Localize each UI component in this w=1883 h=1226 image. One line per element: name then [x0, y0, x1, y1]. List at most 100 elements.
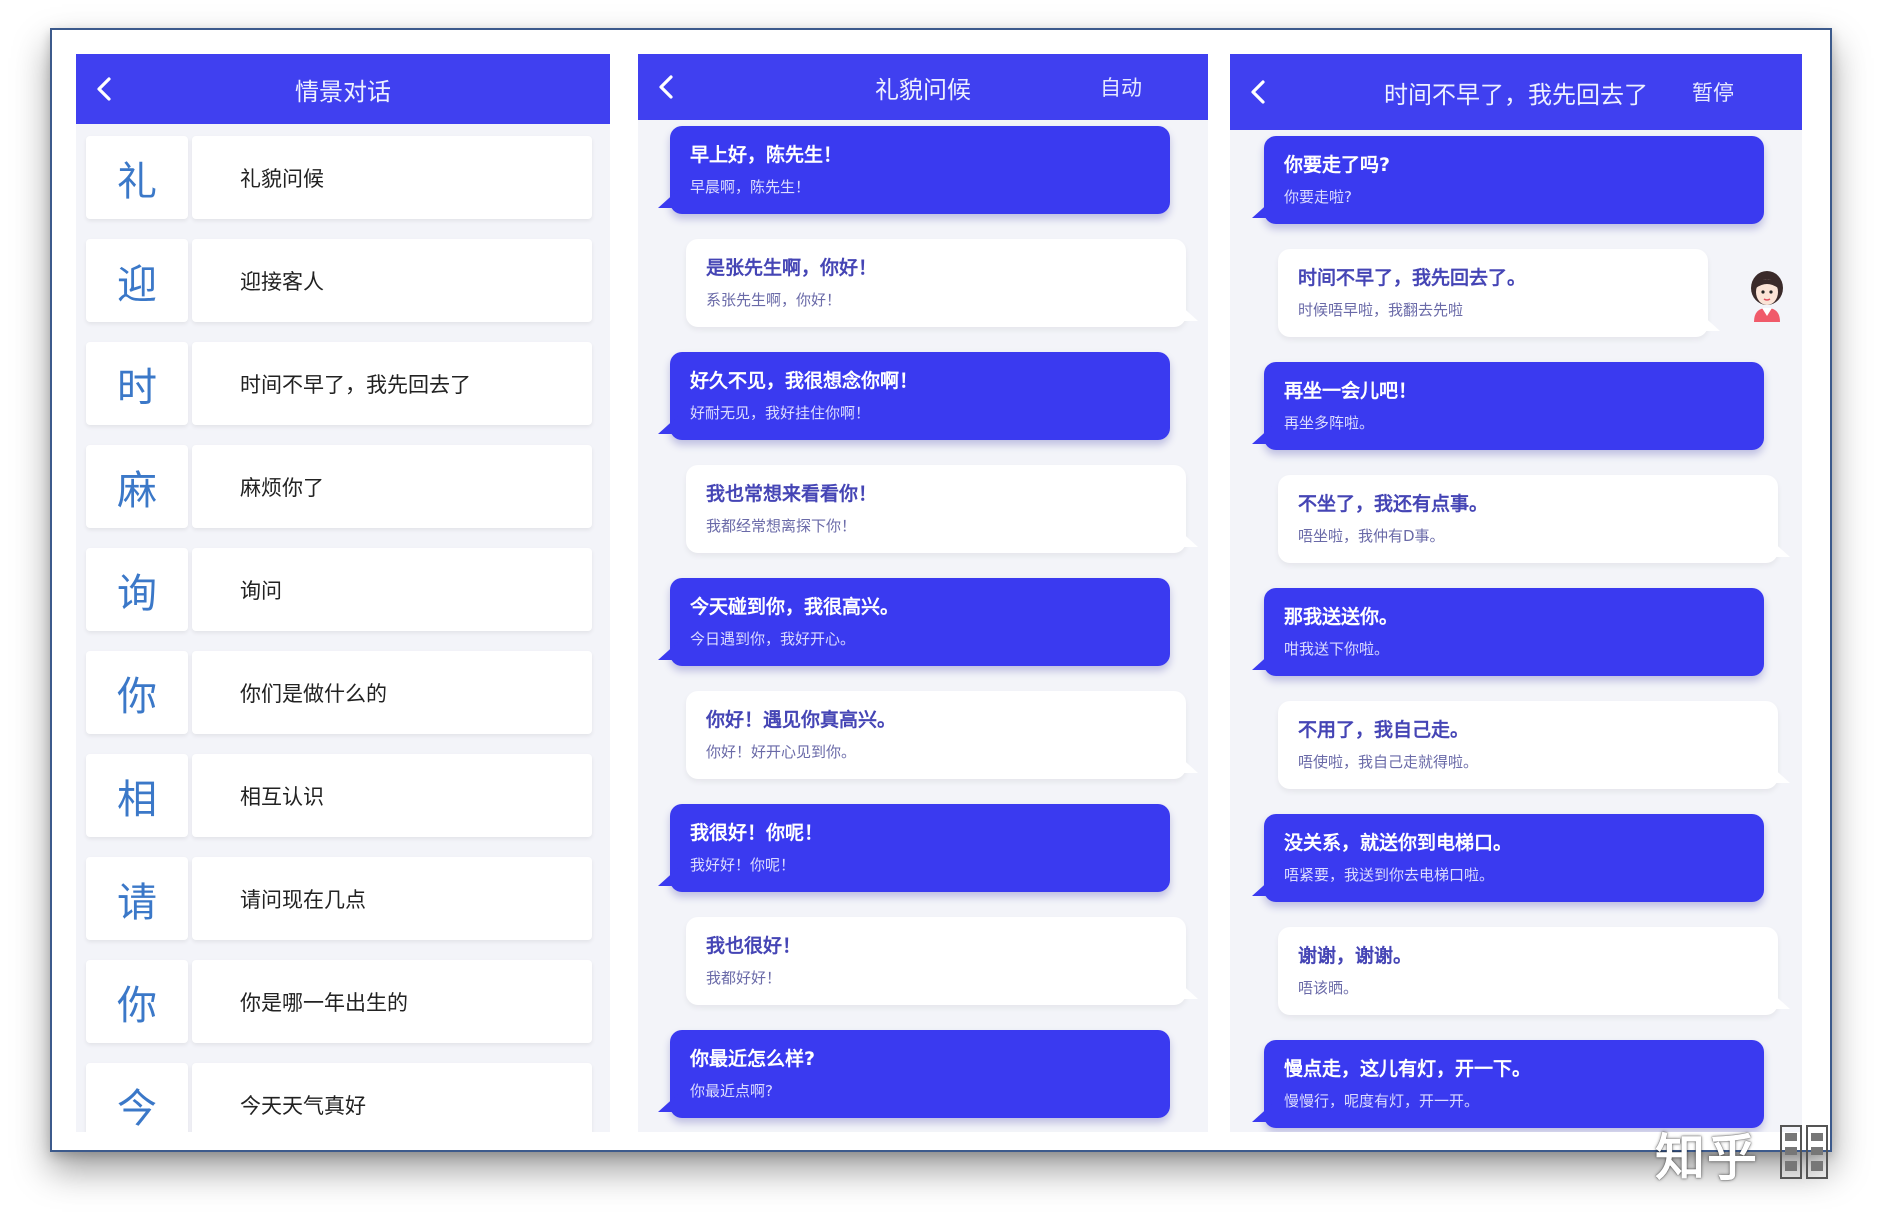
cantonese-text: 我都经常想离探下你！ — [706, 517, 857, 535]
list-item-label: 你们是做什么的 — [192, 651, 592, 734]
list-item[interactable]: 询 询问 — [86, 548, 592, 631]
mandarin-text: 我也常想来看看你！ — [706, 483, 878, 505]
list-item-label: 相互认识 — [192, 754, 592, 837]
list-item-char: 相 — [86, 754, 188, 837]
mandarin-text: 你好！遇见你真高兴。 — [706, 709, 897, 731]
cantonese-text: 慢慢行，呢度有灯，开一开。 — [1284, 1092, 1480, 1110]
chat-bubble[interactable]: 那我送送你。 咁我送下你啦。 — [1252, 588, 1764, 676]
chat-bubble[interactable]: 你最近怎么样? 你最近点啊? — [658, 1030, 1170, 1118]
header-bar: 时间不早了，我先回去了 暂停 — [1230, 54, 1802, 130]
cantonese-text: 唔使啦，我自己走就得啦。 — [1298, 753, 1479, 771]
cantonese-text: 唔紧要，我送到你去电梯口啦。 — [1284, 866, 1495, 884]
watermark-logo-icon — [1780, 1125, 1828, 1179]
cantonese-text: 唔坐啦，我仲有D事。 — [1298, 527, 1445, 545]
bubble-tail — [1252, 200, 1272, 218]
list-item[interactable]: 请 请问现在几点 — [86, 857, 592, 940]
mandarin-text: 不用了，我自己走。 — [1298, 719, 1470, 741]
cantonese-text: 你最近点啊? — [690, 1082, 773, 1100]
header-bar: 情景对话 — [76, 54, 610, 124]
mandarin-text: 谢谢，谢谢。 — [1298, 945, 1413, 967]
mandarin-text: 早上好，陈先生！ — [690, 144, 843, 166]
list-item-label: 麻烦你了 — [192, 445, 592, 528]
scenario-list-screen: 情景对话 礼 礼貌问候 迎 迎接客人 时 时间不早了，我先回去了 麻 麻烦你了 … — [76, 54, 610, 1132]
chat-bubble[interactable]: 不用了，我自己走。 唔使啦，我自己走就得啦。 — [1278, 701, 1790, 789]
chat-list: 早上好，陈先生！ 早晨啊，陈先生！ 是张先生啊，你好！ 系张先生啊，你好！ 好久… — [638, 122, 1208, 1132]
list-item-char: 迎 — [86, 239, 188, 322]
cantonese-text: 咁我送下你啦。 — [1284, 640, 1390, 658]
cantonese-text: 早晨啊，陈先生！ — [690, 178, 811, 196]
mandarin-text: 我很好！你呢！ — [690, 822, 824, 844]
mandarin-text: 再坐一会儿吧！ — [1284, 380, 1418, 402]
chat-bubble[interactable]: 我也常想来看看你！ 我都经常想离探下你！ — [686, 465, 1198, 553]
chat-list: 你要走了吗? 你要走啦? 时间不早了，我先回去了。 时候唔早啦，我翻去先啦 再坐… — [1230, 132, 1802, 1132]
chat-bubble[interactable]: 是张先生啊，你好！ 系张先生啊，你好！ — [686, 239, 1198, 327]
bubble-tail — [1252, 1104, 1272, 1122]
list-item-char: 你 — [86, 960, 188, 1043]
scenario-list: 礼 礼貌问候 迎 迎接客人 时 时间不早了，我先回去了 麻 麻烦你了 询 询问 … — [76, 128, 610, 1132]
bubble-tail — [1178, 981, 1198, 999]
list-item[interactable]: 时 时间不早了，我先回去了 — [86, 342, 592, 425]
chat-bubble[interactable]: 没关系，就送你到电梯口。 唔紧要，我送到你去电梯口啦。 — [1252, 814, 1764, 902]
bubble-tail — [1252, 878, 1272, 896]
mandarin-text: 你最近怎么样? — [690, 1048, 816, 1070]
chat-bubble[interactable]: 谢谢，谢谢。 唔该晒。 — [1278, 927, 1790, 1015]
list-item-char: 请 — [86, 857, 188, 940]
bubble-tail — [658, 868, 678, 886]
mandarin-text: 你要走了吗? — [1284, 154, 1391, 176]
list-item-char: 时 — [86, 342, 188, 425]
screenshot-collage: 情景对话 礼 礼貌问候 迎 迎接客人 时 时间不早了，我先回去了 麻 麻烦你了 … — [50, 28, 1832, 1152]
chat-bubble[interactable]: 我很好！你呢！ 我好好！你呢！ — [658, 804, 1170, 892]
list-item-label: 请问现在几点 — [192, 857, 592, 940]
chat-bubble[interactable]: 再坐一会儿吧！ 再坐多阵啦。 — [1252, 362, 1764, 450]
list-item-char: 今 — [86, 1063, 188, 1132]
chat-bubble[interactable]: 今天碰到你，我很高兴。 今日遇到你，我好开心。 — [658, 578, 1170, 666]
cantonese-text: 你要走啦? — [1284, 188, 1352, 206]
list-item-char: 你 — [86, 651, 188, 734]
chat-bubble[interactable]: 慢点走，这儿有灯，开一下。 慢慢行，呢度有灯，开一开。 — [1252, 1040, 1764, 1128]
list-item-label: 迎接客人 — [192, 239, 592, 322]
list-item[interactable]: 麻 麻烦你了 — [86, 445, 592, 528]
list-item[interactable]: 礼 礼貌问候 — [86, 136, 592, 219]
chat-bubble[interactable]: 好久不见，我很想念你啊！ 好耐无见，我好挂住你啊！ — [658, 352, 1170, 440]
cantonese-text: 我好好！你呢！ — [690, 856, 796, 874]
cantonese-text: 唔该晒。 — [1298, 979, 1359, 997]
list-item-char: 礼 — [86, 136, 188, 219]
speaker-avatar-icon — [1751, 271, 1783, 322]
bubble-tail — [1700, 313, 1720, 331]
bubble-tail — [1770, 539, 1790, 557]
cantonese-text: 我都好好！ — [706, 969, 782, 987]
list-item[interactable]: 你 你们是做什么的 — [86, 651, 592, 734]
bubble-tail — [1770, 765, 1790, 783]
list-item[interactable]: 相 相互认识 — [86, 754, 592, 837]
page-title: 情景对话 — [295, 77, 391, 106]
chat-bubble[interactable]: 我也很好！ 我都好好！ — [686, 917, 1198, 1005]
pause-button[interactable]: 暂停 — [1692, 54, 1734, 130]
watermark-text: 知乎 — [1655, 1129, 1759, 1187]
list-item-label: 今天天气真好 — [192, 1063, 592, 1132]
header-bar: 礼貌问候 自动 — [638, 54, 1208, 120]
bubble-tail — [658, 416, 678, 434]
list-item-char: 麻 — [86, 445, 188, 528]
cantonese-text: 好耐无见，我好挂住你啊！ — [690, 404, 871, 422]
chat-bubble[interactable]: 时间不早了，我先回去了。 时候唔早啦，我翻去先啦 — [1278, 249, 1720, 337]
list-item[interactable]: 今 今天天气真好 — [86, 1063, 592, 1132]
mandarin-text: 没关系，就送你到电梯口。 — [1284, 832, 1513, 854]
list-item[interactable]: 你 你是哪一年出生的 — [86, 960, 592, 1043]
list-item-char: 询 — [86, 548, 188, 631]
bubble-tail — [1252, 426, 1272, 444]
list-item[interactable]: 迎 迎接客人 — [86, 239, 592, 322]
list-item-label: 时间不早了，我先回去了 — [192, 342, 592, 425]
mandarin-text: 今天碰到你，我很高兴。 — [690, 596, 900, 618]
auto-play-button[interactable]: 自动 — [1100, 54, 1142, 120]
chat-bubble[interactable]: 早上好，陈先生！ 早晨啊，陈先生！ — [658, 126, 1170, 214]
list-item-label: 礼貌问候 — [192, 136, 592, 219]
list-item-label: 你是哪一年出生的 — [192, 960, 592, 1043]
chat-bubble[interactable]: 不坐了，我还有点事。 唔坐啦，我仲有D事。 — [1278, 475, 1790, 563]
chat-bubble[interactable]: 你要走了吗? 你要走啦? — [1252, 136, 1764, 224]
bubble-tail — [1770, 991, 1790, 1009]
bubble-tail — [658, 190, 678, 208]
leaving-dialogue-screen: 时间不早了，我先回去了 暂停 你要走了吗? 你要走啦? 时间不早了，我先回去了。… — [1230, 54, 1802, 1132]
chat-bubble[interactable]: 你好！遇见你真高兴。 你好！好开心见到你。 — [686, 691, 1198, 779]
bubble-tail — [1178, 303, 1198, 321]
cantonese-text: 系张先生啊，你好！ — [706, 291, 842, 309]
